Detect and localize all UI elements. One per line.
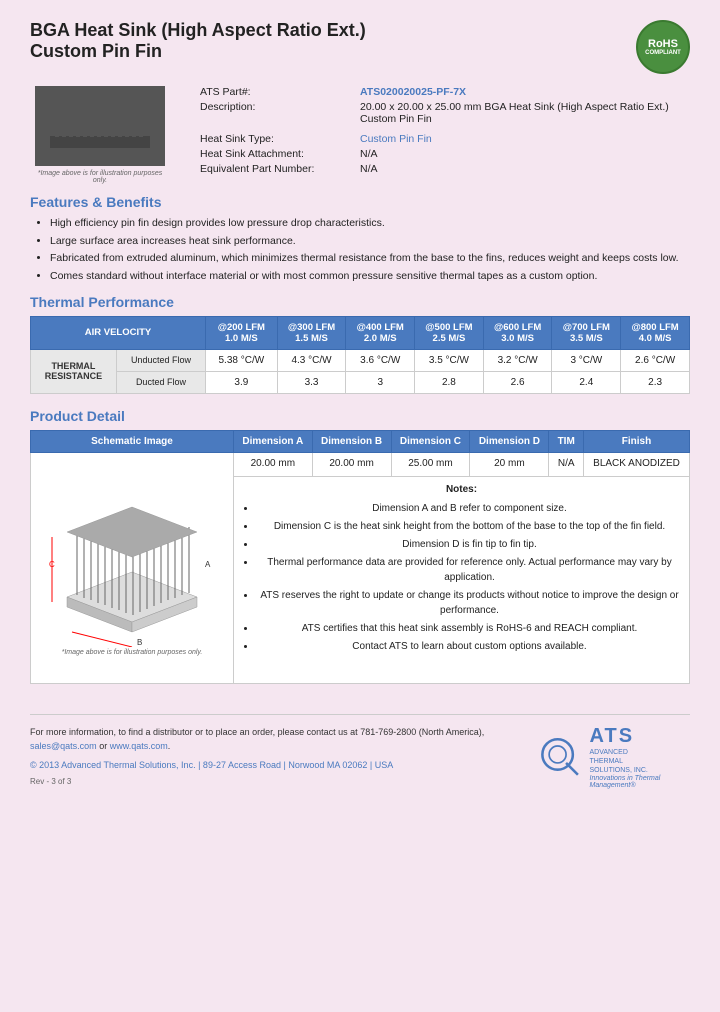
notes-cell: Notes: Dimension A and B refer to compon…	[234, 477, 690, 684]
footer-contact: For more information, to find a distribu…	[30, 725, 539, 789]
thermal-table: AIR VELOCITY @200 LFM1.0 M/S @300 LFM1.5…	[30, 316, 690, 394]
svg-text:C: C	[49, 560, 55, 569]
detail-header-schematic: Schematic Image	[31, 430, 234, 452]
schematic-image-cell: A B C *Image above is for illustration p…	[31, 452, 234, 683]
unducted-val1: 5.38 °C/W	[206, 349, 278, 371]
dim-c-value: 25.00 mm	[391, 452, 470, 476]
info-section: *Image above is for illustration purpose…	[30, 86, 690, 184]
thermal-section-title: Thermal Performance	[30, 294, 690, 310]
schematic-svg: A B C	[47, 477, 217, 647]
detail-header-dimd: Dimension D	[470, 430, 549, 452]
specs-table: ATS Part#: ATS020020025-PF-7X Descriptio…	[200, 86, 690, 184]
footer-section: For more information, to find a distribu…	[30, 714, 690, 789]
note-item: Contact ATS to learn about custom option…	[256, 639, 683, 654]
svg-text:A: A	[205, 560, 211, 569]
footer-email-link[interactable]: sales@qats.com	[30, 741, 97, 751]
thermal-header-col7: @800 LFM4.0 M/S	[621, 316, 690, 349]
ducted-val3: 3	[346, 371, 415, 393]
product-detail-table: Schematic Image Dimension A Dimension B …	[30, 430, 690, 684]
detail-header-finish: Finish	[584, 430, 690, 452]
ducted-flow-label: Ducted Flow	[116, 371, 205, 393]
features-section-title: Features & Benefits	[30, 194, 690, 210]
finish-value: BLACK ANODIZED	[584, 452, 690, 476]
feature-item: High efficiency pin fin design provides …	[50, 216, 690, 231]
rev-note: Rev - 3 of 3	[30, 776, 539, 789]
detail-header-dimc: Dimension C	[391, 430, 470, 452]
dim-a-value: 20.00 mm	[234, 452, 313, 476]
notes-title: Notes:	[446, 484, 477, 495]
detail-header-dima: Dimension A	[234, 430, 313, 452]
notes-list: Dimension A and B refer to component siz…	[240, 501, 683, 654]
feature-item: Comes standard without interface materia…	[50, 269, 690, 284]
note-item: Dimension A and B refer to component siz…	[256, 501, 683, 516]
footer-copyright: © 2013 Advanced Thermal Solutions, Inc. …	[30, 758, 539, 772]
ats-text-block: ATS ADVANCED THERMAL SOLUTIONS, INC. Inn…	[590, 725, 690, 789]
unducted-flow-label: Unducted Flow	[116, 349, 205, 371]
unducted-val6: 3 °C/W	[552, 349, 621, 371]
thermal-header-col1: @200 LFM1.0 M/S	[206, 316, 278, 349]
unducted-val5: 3.2 °C/W	[483, 349, 552, 371]
thermal-header-col4: @500 LFM2.5 M/S	[415, 316, 484, 349]
rohs-badge: RoHS COMPLIANT	[636, 20, 690, 74]
heat-sink-type-row: Heat Sink Type: Custom Pin Fin	[200, 133, 690, 145]
note-item: Dimension C is the heat sink height from…	[256, 519, 683, 534]
equivalent-part-row: Equivalent Part Number: N/A	[200, 163, 690, 175]
unducted-val2: 4.3 °C/W	[277, 349, 346, 371]
unducted-val3: 3.6 °C/W	[346, 349, 415, 371]
product-detail-section-title: Product Detail	[30, 408, 690, 424]
note-item: ATS certifies that this heat sink assemb…	[256, 621, 683, 636]
description-row: Description: 20.00 x 20.00 x 25.00 mm BG…	[200, 101, 690, 125]
ducted-val7: 2.3	[621, 371, 690, 393]
thermal-header-col6: @700 LFM3.5 M/S	[552, 316, 621, 349]
features-list: High efficiency pin fin design provides …	[30, 216, 690, 284]
thermal-header-col3: @400 LFM2.0 M/S	[346, 316, 415, 349]
feature-item: Large surface area increases heat sink p…	[50, 234, 690, 249]
thermal-resistance-label: THERMALRESISTANCE	[31, 349, 117, 393]
ducted-val1: 3.9	[206, 371, 278, 393]
note-item: Dimension D is fin tip to fin tip.	[256, 537, 683, 552]
product-image-area: *Image above is for illustration purpose…	[30, 86, 170, 184]
feature-item: Fabricated from extruded aluminum, which…	[50, 251, 690, 266]
svg-text:B: B	[137, 638, 142, 647]
ducted-val5: 2.6	[483, 371, 552, 393]
ducted-val6: 2.4	[552, 371, 621, 393]
footer-contact-text: For more information, to find a distribu…	[30, 725, 539, 754]
title-line1: BGA Heat Sink (High Aspect Ratio Ext.)	[30, 20, 366, 41]
ats-logo: ATS ADVANCED THERMAL SOLUTIONS, INC. Inn…	[539, 725, 690, 789]
page-header: BGA Heat Sink (High Aspect Ratio Ext.) C…	[30, 20, 690, 74]
unducted-val4: 3.5 °C/W	[415, 349, 484, 371]
ducted-val4: 2.8	[415, 371, 484, 393]
heat-sink-svg	[35, 86, 165, 166]
detail-header-dimb: Dimension B	[312, 430, 391, 452]
tim-value: N/A	[549, 452, 584, 476]
thermal-header-velocity: AIR VELOCITY	[31, 316, 206, 349]
detail-header-tim: TIM	[549, 430, 584, 452]
ats-q-icon	[539, 732, 581, 782]
dim-b-value: 20.00 mm	[312, 452, 391, 476]
unducted-val7: 2.6 °C/W	[621, 349, 690, 371]
schematic-image: A B C *Image above is for illustration p…	[37, 458, 227, 678]
thermal-header-col5: @600 LFM3.0 M/S	[483, 316, 552, 349]
note-item: ATS reserves the right to update or chan…	[256, 588, 683, 618]
schematic-caption: *Image above is for illustration purpose…	[60, 647, 205, 658]
image-caption: *Image above is for illustration purpose…	[30, 170, 170, 184]
title-line2: Custom Pin Fin	[30, 41, 366, 62]
dim-d-value: 20 mm	[470, 452, 549, 476]
footer-website-link[interactable]: www.qats.com	[110, 741, 168, 751]
product-image	[35, 86, 165, 166]
attachment-row: Heat Sink Attachment: N/A	[200, 148, 690, 160]
page-title: BGA Heat Sink (High Aspect Ratio Ext.) C…	[30, 20, 366, 62]
ducted-val2: 3.3	[277, 371, 346, 393]
thermal-header-col2: @300 LFM1.5 M/S	[277, 316, 346, 349]
note-item: Thermal performance data are provided fo…	[256, 555, 683, 585]
part-number-row: ATS Part#: ATS020020025-PF-7X	[200, 86, 690, 98]
